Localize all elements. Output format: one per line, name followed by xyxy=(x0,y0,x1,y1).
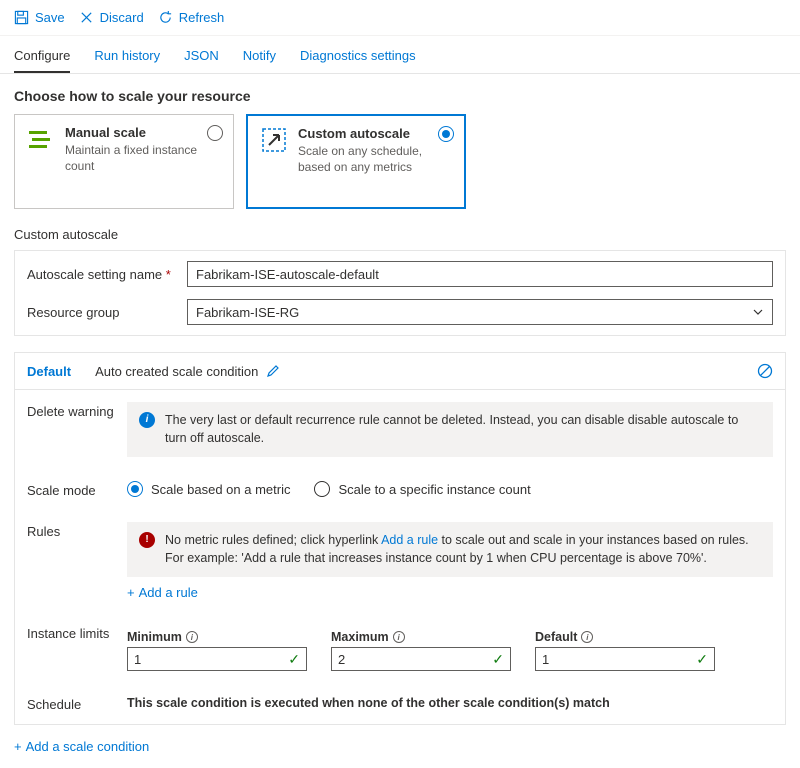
warning-icon: ! xyxy=(139,532,155,548)
instance-limits-label: Instance limits xyxy=(27,624,127,641)
tab-configure[interactable]: Configure xyxy=(14,44,70,73)
custom-autoscale-card[interactable]: Custom autoscale Scale on any schedule, … xyxy=(246,114,466,209)
tab-bar: Configure Run history JSON Notify Diagno… xyxy=(0,36,800,74)
check-icon: ✓ xyxy=(492,651,504,668)
scale-mode-label: Scale mode xyxy=(27,481,127,498)
manual-scale-body: Manual scale Maintain a fixed instance c… xyxy=(65,125,221,198)
schedule-label: Schedule xyxy=(27,695,127,712)
command-bar: Save Discard Refresh xyxy=(0,0,800,36)
chevron-down-icon xyxy=(752,306,764,318)
autoscale-name-input[interactable] xyxy=(187,261,773,287)
radio-unchecked-icon xyxy=(314,481,330,497)
resource-group-select[interactable]: Fabrikam-ISE-RG xyxy=(187,299,773,325)
tab-run-history[interactable]: Run history xyxy=(94,44,160,73)
delete-warning-label: Delete warning xyxy=(27,402,127,419)
autoscale-form: Autoscale setting name Resource group Fa… xyxy=(14,250,786,336)
add-a-rule-label: Add a rule xyxy=(139,585,198,600)
resource-group-value: Fabrikam-ISE-RG xyxy=(196,305,299,320)
manual-scale-radio[interactable] xyxy=(207,125,223,141)
maximum-label: Maximum xyxy=(331,630,389,644)
disable-icon[interactable] xyxy=(757,363,773,379)
custom-autoscale-body: Custom autoscale Scale on any schedule, … xyxy=(298,126,452,197)
save-button[interactable]: Save xyxy=(14,10,65,25)
close-icon xyxy=(79,10,94,25)
scale-mode-count-radio[interactable]: Scale to a specific instance count xyxy=(314,481,530,497)
custom-autoscale-icon xyxy=(260,126,288,154)
info-outline-icon[interactable]: i xyxy=(393,631,405,643)
add-a-rule-link[interactable]: + Add a rule xyxy=(127,585,198,600)
tab-notify[interactable]: Notify xyxy=(243,44,276,73)
schedule-text: This scale condition is executed when no… xyxy=(127,696,610,710)
refresh-label: Refresh xyxy=(179,10,225,25)
scale-condition-card: Default Auto created scale condition Del… xyxy=(14,352,786,725)
edit-icon[interactable] xyxy=(266,364,280,378)
check-icon: ✓ xyxy=(288,651,300,668)
info-outline-icon[interactable]: i xyxy=(186,631,198,643)
tab-json[interactable]: JSON xyxy=(184,44,219,73)
rules-label: Rules xyxy=(27,522,127,539)
add-a-scale-condition-label: Add a scale condition xyxy=(26,739,150,754)
discard-label: Discard xyxy=(100,10,144,25)
section-title: Choose how to scale your resource xyxy=(0,74,800,114)
manual-scale-icon xyxy=(27,125,55,153)
info-outline-icon[interactable]: i xyxy=(581,631,593,643)
plus-icon: + xyxy=(14,739,22,754)
autoscale-name-label: Autoscale setting name xyxy=(27,267,187,282)
scale-mode-metric-label: Scale based on a metric xyxy=(151,482,290,497)
delete-warning-text: The very last or default recurrence rule… xyxy=(165,412,761,447)
check-icon: ✓ xyxy=(696,651,708,668)
add-a-scale-condition-link[interactable]: + Add a scale condition xyxy=(0,725,163,768)
scale-condition-label: Auto created scale condition xyxy=(95,364,258,379)
save-icon xyxy=(14,10,29,25)
rules-warning-bar: ! No metric rules defined; click hyperli… xyxy=(127,522,773,577)
resource-group-label: Resource group xyxy=(27,305,187,320)
refresh-icon xyxy=(158,10,173,25)
custom-autoscale-heading: Custom autoscale xyxy=(0,209,800,250)
custom-autoscale-sub: Scale on any schedule, based on any metr… xyxy=(298,143,452,175)
add-a-rule-inline-link[interactable]: Add a rule xyxy=(381,533,438,547)
manual-scale-sub: Maintain a fixed instance count xyxy=(65,142,221,174)
default-label: Default xyxy=(535,630,577,644)
info-icon: i xyxy=(139,412,155,428)
scale-condition-name[interactable]: Default xyxy=(27,364,71,379)
scale-mode-count-label: Scale to a specific instance count xyxy=(338,482,530,497)
rules-warning-text: No metric rules defined; click hyperlink… xyxy=(165,532,761,567)
custom-autoscale-title: Custom autoscale xyxy=(298,126,452,141)
default-input[interactable]: 1✓ xyxy=(535,647,715,671)
scale-mode-metric-radio[interactable]: Scale based on a metric xyxy=(127,481,290,497)
scale-option-cards: Manual scale Maintain a fixed instance c… xyxy=(0,114,800,209)
delete-warning-bar: i The very last or default recurrence ru… xyxy=(127,402,773,457)
custom-autoscale-radio[interactable] xyxy=(438,126,454,142)
radio-checked-icon xyxy=(127,481,143,497)
tab-diagnostics-settings[interactable]: Diagnostics settings xyxy=(300,44,416,73)
plus-icon: + xyxy=(127,585,135,600)
scale-condition-header: Default Auto created scale condition xyxy=(15,353,785,389)
minimum-label: Minimum xyxy=(127,630,182,644)
maximum-input[interactable]: 2✓ xyxy=(331,647,511,671)
refresh-button[interactable]: Refresh xyxy=(158,10,225,25)
minimum-input[interactable]: 1✓ xyxy=(127,647,307,671)
manual-scale-card[interactable]: Manual scale Maintain a fixed instance c… xyxy=(14,114,234,209)
discard-button[interactable]: Discard xyxy=(79,10,144,25)
manual-scale-title: Manual scale xyxy=(65,125,221,140)
save-label: Save xyxy=(35,10,65,25)
